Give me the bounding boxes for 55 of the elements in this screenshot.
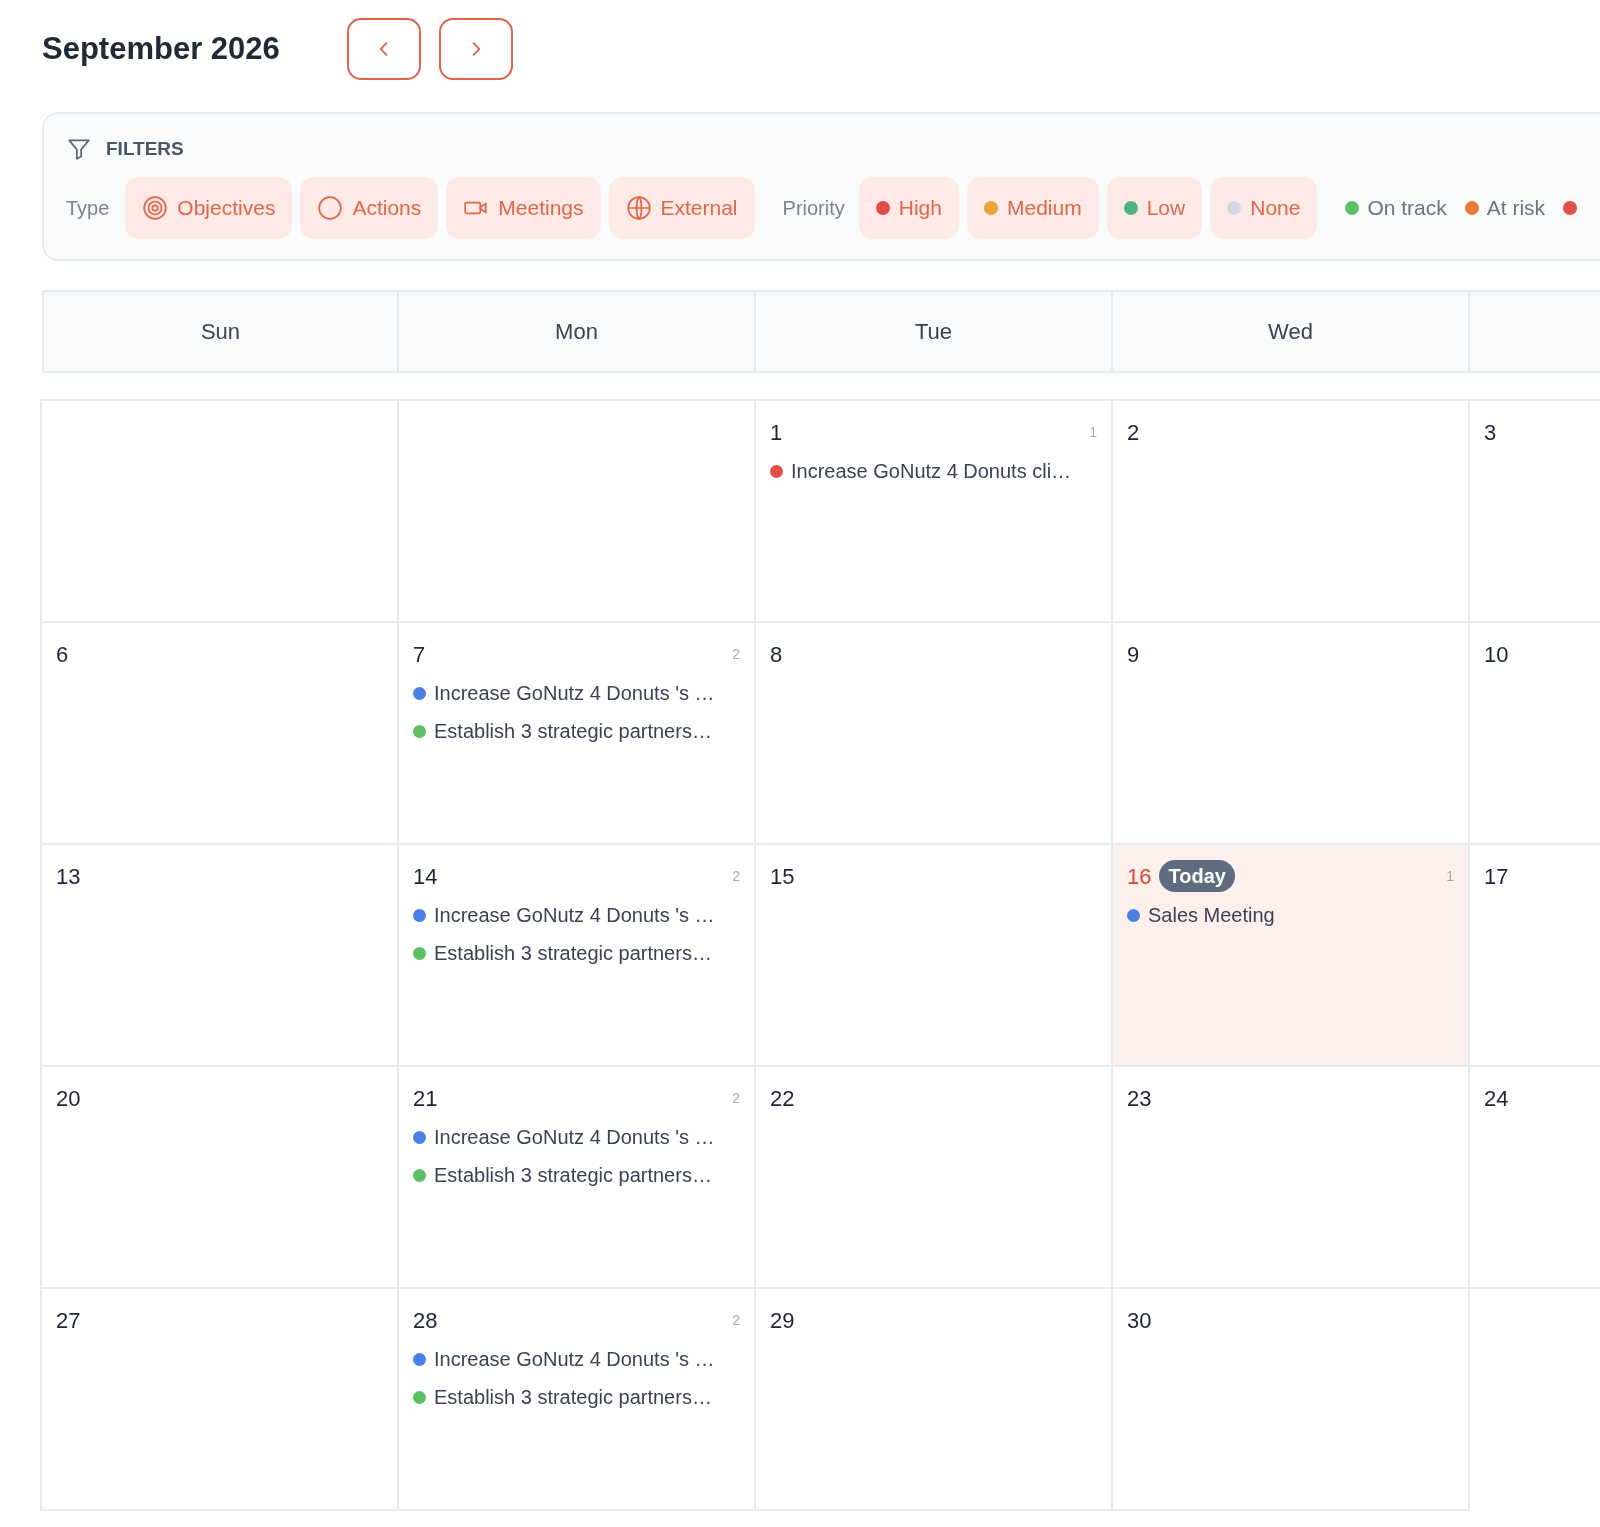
- weekday-header: Sun: [42, 290, 399, 373]
- event-title[interactable]: Increase GoNutz 4 Donuts 's …: [434, 900, 715, 930]
- day-number: 17: [1484, 862, 1509, 891]
- event-count: 2: [732, 644, 740, 664]
- event-count: 2: [732, 1310, 740, 1330]
- day-number: 20: [56, 1084, 81, 1113]
- day-number: 1: [770, 418, 783, 447]
- event-title[interactable]: Establish 3 strategic partners…: [434, 938, 712, 968]
- day-number: 16: [1127, 862, 1152, 891]
- day-number: 14: [413, 862, 438, 891]
- globe-icon: [625, 195, 652, 221]
- status-filter[interactable]: On track: [1339, 177, 1453, 239]
- day-number: 24: [1484, 1084, 1509, 1113]
- today-badge: Today: [1159, 860, 1235, 892]
- day-number: 6: [56, 640, 69, 669]
- day-number: 22: [770, 1084, 795, 1113]
- filters-heading: FILTERS: [106, 136, 184, 161]
- day-number: 28: [413, 1306, 438, 1335]
- day-number: 3: [1484, 418, 1497, 447]
- circle-icon: [317, 195, 344, 221]
- day-number: 23: [1127, 1084, 1152, 1113]
- day-number: 2: [1127, 418, 1140, 447]
- day-number: 27: [56, 1306, 81, 1335]
- event-title[interactable]: Sales Meeting: [1148, 900, 1275, 930]
- event-title[interactable]: Establish 3 strategic partners…: [434, 1160, 712, 1190]
- event-count: 2: [732, 866, 740, 886]
- type-label: Type: [66, 196, 110, 221]
- weekday-header: Wed: [1111, 290, 1470, 373]
- day-number: 15: [770, 862, 795, 891]
- weekday-header: Tue: [754, 290, 1113, 373]
- event-title[interactable]: Increase GoNutz 4 Donuts 's …: [434, 1344, 715, 1374]
- day-number: 10: [1484, 640, 1509, 669]
- day-number: 9: [1127, 640, 1140, 669]
- month-title: September 2026: [42, 29, 281, 68]
- day-number: 29: [770, 1306, 795, 1335]
- event-title[interactable]: Increase GoNutz 4 Donuts 's …: [434, 1122, 715, 1152]
- day-number: 21: [413, 1084, 438, 1113]
- day-number: 8: [770, 640, 783, 669]
- event-count: 1: [1089, 422, 1097, 442]
- event-title[interactable]: Establish 3 strategic partners…: [434, 1382, 712, 1412]
- filter-icon: [66, 136, 92, 162]
- event-count: 1: [1446, 866, 1454, 886]
- status-filter[interactable]: At risk: [1458, 177, 1552, 239]
- previous-month-button[interactable]: [347, 18, 421, 80]
- day-number: 13: [56, 862, 81, 891]
- next-month-button[interactable]: [439, 18, 513, 80]
- day-number: 7: [413, 640, 426, 669]
- event-title[interactable]: Increase GoNutz 4 Donuts 's …: [434, 678, 715, 708]
- event-title[interactable]: Increase GoNutz 4 Donuts cli…: [791, 456, 1072, 486]
- day-number: 30: [1127, 1306, 1152, 1335]
- priority-label: Priority: [782, 196, 845, 221]
- target-icon: [142, 195, 169, 221]
- event-count: 2: [732, 1088, 740, 1108]
- event-title[interactable]: Establish 3 strategic partners…: [434, 716, 712, 746]
- weekday-header: Mon: [397, 290, 756, 373]
